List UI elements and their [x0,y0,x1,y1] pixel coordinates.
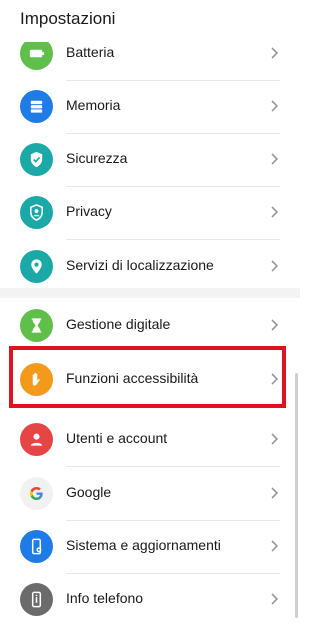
settings-item-label: Batteria [66,44,115,60]
chevron-right-icon [271,593,279,605]
settings-item-label: Memoria [66,97,121,113]
settings-item-accessibilita[interactable]: Funzioni accessibilità [0,353,300,406]
page-title: Impostazioni [20,9,116,28]
hourglass-icon [20,309,53,342]
storage-icon [20,90,53,123]
settings-item-gestione-digitale[interactable]: Gestione digitale [0,299,300,352]
shield-check-icon [20,143,53,176]
chevron-right-icon [271,319,279,331]
settings-item-info-telefono[interactable]: Info telefono [0,573,300,626]
settings-item-label: Gestione digitale [66,316,171,332]
chevron-right-icon [271,206,279,218]
settings-item-utenti-account[interactable]: Utenti e account [0,413,300,466]
settings-item-label: Sistema e aggiornamenti [66,537,221,553]
chevron-right-icon [271,373,279,385]
settings-item-sicurezza[interactable]: Sicurezza [0,133,300,186]
settings-item-label: Sicurezza [66,150,128,166]
settings-item-label: Info telefono [66,590,144,606]
settings-item-label: Servizi di localizzazione [66,257,214,273]
settings-item-label: Utenti e account [66,430,168,446]
settings-item-privacy[interactable]: Privacy [0,186,300,239]
chevron-right-icon [271,433,279,445]
settings-item-google[interactable]: Google [0,467,300,520]
scrollbar[interactable] [295,373,298,618]
privacy-shield-icon [20,196,53,229]
phone-info-icon [20,583,53,616]
app-header: Impostazioni [0,0,300,42]
google-icon [20,477,53,510]
settings-item-label: Privacy [66,203,112,219]
chevron-right-icon [271,260,279,272]
hand-icon [20,363,53,396]
settings-item-localizzazione[interactable]: Servizi di localizzazione [0,240,300,293]
location-pin-icon [20,250,53,283]
settings-item-sistema[interactable]: Sistema e aggiornamenti [0,520,300,573]
chevron-right-icon [271,487,279,499]
chevron-right-icon [271,100,279,112]
chevron-right-icon [271,540,279,552]
user-icon [20,423,53,456]
chevron-right-icon [271,153,279,165]
chevron-right-icon [271,47,279,59]
settings-item-label: Funzioni accessibilità [66,370,199,386]
group-separator [0,288,300,298]
settings-item-memoria[interactable]: Memoria [0,80,300,133]
settings-item-label: Google [66,484,112,500]
system-update-icon [20,530,53,563]
